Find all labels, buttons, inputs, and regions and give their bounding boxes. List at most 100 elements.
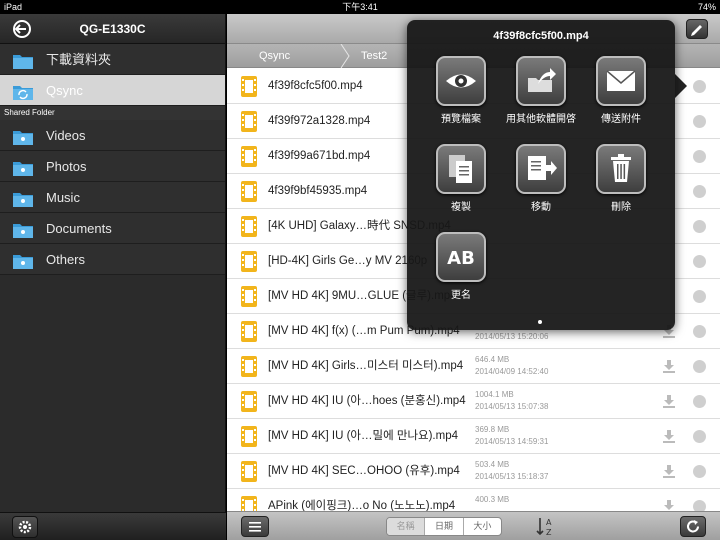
file-name: [MV HD 4K] Girls…미스터 미스터).mp4 (268, 360, 464, 372)
file-size: 400.3 MB (475, 495, 510, 504)
sidebar-item-others[interactable]: Others (0, 244, 225, 275)
back-icon[interactable] (12, 19, 32, 39)
file-meta: 400.3 MB (475, 494, 509, 506)
sidebar-item-videos[interactable]: Videos (0, 120, 225, 151)
file-row[interactable]: APink (에이핑크)…o No (노노노).mp4 400.3 MB (227, 489, 720, 511)
more-options-icon[interactable] (693, 325, 706, 338)
shared-folder-icon (12, 219, 34, 238)
video-file-icon (241, 356, 257, 377)
battery-level: 74% (697, 2, 716, 12)
sort-by-date[interactable]: 日期 (425, 518, 464, 535)
file-row[interactable]: [MV HD 4K] IU (아…밀에 만나요).mp4 369.8 MB 201… (227, 419, 720, 454)
shared-folder-icon (12, 188, 34, 207)
action-label: 用其他軟體開啓 (506, 114, 576, 125)
download-icon[interactable] (662, 359, 676, 373)
envelope-icon[interactable] (596, 56, 646, 106)
sidebar-item-downloads[interactable]: 下載資料夾 (0, 44, 225, 75)
copy-icon[interactable] (436, 144, 486, 194)
delete-action[interactable]: 刪除 (581, 144, 661, 213)
sidebar-item-label: Videos (46, 128, 86, 143)
file-name: 4f39f8cfc5f00.mp4 (268, 80, 363, 92)
rename-icon[interactable]: AB (436, 232, 486, 282)
sort-by-name[interactable]: 名稱 (387, 518, 426, 535)
file-name: APink (에이핑크)…o No (노노노).mp4 (268, 500, 456, 511)
more-options-icon[interactable] (693, 290, 706, 303)
sort-order-button[interactable]: AZ (535, 516, 557, 537)
sidebar-item-documents[interactable]: Documents (0, 213, 225, 244)
svg-text:Z: Z (546, 528, 552, 537)
page-indicator-dot (538, 320, 542, 324)
refresh-button[interactable] (680, 516, 706, 537)
file-date: 2014/05/13 15:07:38 (475, 402, 549, 411)
video-file-icon (241, 496, 257, 511)
file-name: [MV HD 4K] IU (아…hoes (분홍신).mp4 (268, 395, 466, 407)
file-name: [HD-4K] Girls Ge…y MV 2160p (268, 255, 428, 267)
file-date: 2014/05/13 15:18:37 (475, 472, 549, 481)
more-options-icon[interactable] (693, 465, 706, 478)
file-name: [MV HD 4K] SEC…OHOO (유후).mp4 (268, 465, 460, 477)
sort-az-icon: AZ (536, 518, 552, 537)
more-options-icon[interactable] (693, 115, 706, 128)
more-options-icon[interactable] (693, 255, 706, 268)
open-in-icon[interactable] (516, 56, 566, 106)
file-size: 369.8 MB (475, 425, 510, 434)
send-attachment-action[interactable]: 傳送附件 (581, 56, 661, 125)
file-meta: 369.8 MB 2014/05/13 14:59:31 (475, 424, 548, 448)
more-options-icon[interactable] (693, 360, 706, 373)
file-name: 4f39f9bf45935.mp4 (268, 185, 368, 197)
download-icon[interactable] (662, 394, 676, 408)
sidebar-item-photos[interactable]: Photos (0, 151, 225, 182)
video-file-icon (241, 181, 257, 202)
qsync-folder-icon (12, 81, 34, 100)
more-options-icon[interactable] (693, 430, 706, 443)
list-view-button[interactable] (241, 516, 269, 537)
sidebar-item-label: Music (46, 190, 80, 205)
sort-by-size[interactable]: 大小 (464, 518, 501, 535)
list-icon (249, 522, 261, 532)
more-options-icon[interactable] (693, 185, 706, 198)
shared-folder-icon (12, 250, 34, 269)
video-file-icon (241, 251, 257, 272)
open-in-action[interactable]: 用其他軟體開啓 (501, 56, 581, 125)
sidebar-item-label: Others (46, 252, 86, 267)
download-icon[interactable] (662, 429, 676, 443)
download-icon[interactable] (662, 499, 676, 511)
more-options-icon[interactable] (693, 395, 706, 408)
pencil-icon (691, 25, 702, 36)
more-options-icon[interactable] (693, 80, 706, 93)
file-date: 2014/05/13 15:20:06 (475, 332, 549, 341)
shared-folder-icon (12, 157, 34, 176)
video-file-icon (241, 76, 257, 97)
rename-action[interactable]: AB 更名 (421, 232, 501, 301)
file-row[interactable]: [MV HD 4K] IU (아…hoes (분홍신).mp4 1004.1 M… (227, 384, 720, 419)
breadcrumb-item-qsync[interactable]: Qsync (259, 44, 290, 68)
video-file-icon (241, 111, 257, 132)
file-size: 1004.1 MB (475, 390, 514, 399)
sort-segmented-control: 名稱 日期 大小 (386, 517, 502, 536)
settings-button[interactable] (12, 516, 38, 538)
sidebar-item-label: Documents (46, 221, 112, 236)
more-options-icon[interactable] (693, 150, 706, 163)
copy-action[interactable]: 複製 (421, 144, 501, 213)
trash-icon[interactable] (596, 144, 646, 194)
sidebar-item-qsync[interactable]: Qsync (0, 75, 225, 106)
breadcrumb-item-test2[interactable]: Test2 (361, 44, 387, 68)
file-size: 503.4 MB (475, 460, 510, 469)
folder-icon (12, 50, 34, 69)
eye-icon[interactable] (436, 56, 486, 106)
more-options-icon[interactable] (693, 500, 706, 511)
download-icon[interactable] (662, 464, 676, 478)
more-options-icon[interactable] (693, 220, 706, 233)
preview-action[interactable]: 預覽檔案 (421, 56, 501, 125)
file-meta: 1004.1 MB 2014/05/13 15:07:38 (475, 389, 548, 413)
edit-button[interactable] (686, 19, 708, 39)
sidebar-item-music[interactable]: Music (0, 182, 225, 213)
file-row[interactable]: [MV HD 4K] Girls…미스터 미스터).mp4 646.4 MB 20… (227, 349, 720, 384)
file-row[interactable]: [MV HD 4K] SEC…OHOO (유후).mp4 503.4 MB 201… (227, 454, 720, 489)
move-action[interactable]: 移動 (501, 144, 581, 213)
bottom-toolbar: 名稱 日期 大小 AZ (227, 511, 720, 540)
action-label: 預覽檔案 (441, 114, 481, 125)
move-icon[interactable] (516, 144, 566, 194)
action-label: 更名 (451, 290, 471, 301)
sidebar-title: QG-E1330C (79, 22, 146, 36)
